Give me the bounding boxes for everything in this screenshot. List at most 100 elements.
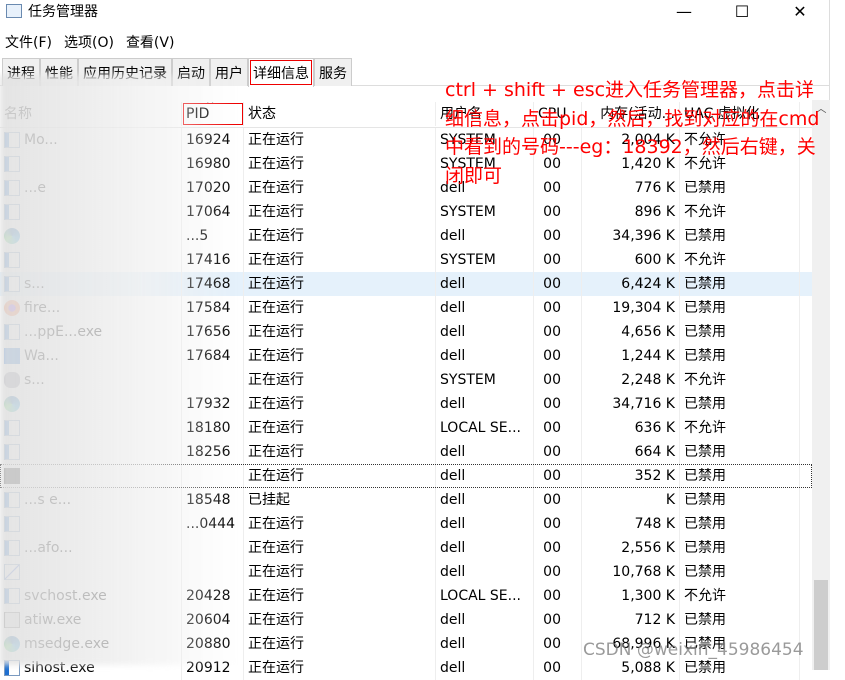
user: SYSTEM [436,200,534,224]
process-name-text: s... [24,372,45,388]
cpu: 00 [534,344,582,368]
uac: 已禁用 [680,224,800,248]
process-name [0,464,182,488]
tab-app-history[interactable]: 应用历史记录 [78,58,172,86]
status: 正在运行 [244,416,436,440]
menu-options[interactable]: 选项(O) [64,32,114,52]
cpu: 00 [534,656,582,680]
maximize-button[interactable]: ☐ [713,0,771,22]
uac: 已禁用 [680,464,800,488]
table-row[interactable]: 18180 正在运行 LOCAL SE... 00 636 K 不允许 [0,416,812,440]
table-row[interactable]: ...0444 正在运行 dell 00 748 K 已禁用 [0,512,812,536]
pid: 17584 [182,296,244,320]
status: 正在运行 [244,392,436,416]
table-row[interactable]: atiw.exe 20604 正在运行 dell 00 712 K 已禁用 [0,608,812,632]
memory: 896 K [582,200,680,224]
menu-view[interactable]: 查看(V) [126,32,175,52]
menu-file[interactable]: 文件(F) [5,32,52,52]
tab-details[interactable]: 详细信息 [248,58,314,87]
user: SYSTEM [436,368,534,392]
table-row[interactable]: s... 17468 正在运行 dell 00 6,424 K 已禁用 [0,272,812,296]
task-manager-icon [6,4,22,18]
cmd-icon [4,468,20,484]
edge-icon [4,636,20,652]
cpu: 00 [534,392,582,416]
uac: 不允许 [680,368,800,392]
pid [182,536,244,560]
col-status[interactable]: 状态 [244,101,436,126]
memory: 6,424 K [582,272,680,296]
app-icon [4,420,20,436]
uac: 不允许 [680,416,800,440]
uac: 已禁用 [680,440,800,464]
memory: 600 K [582,248,680,272]
table-row[interactable]: ...s e... 18548 已挂起 dell 00 K 已禁用 [0,488,812,512]
process-name: s... [0,272,182,296]
table-row[interactable]: 17932 正在运行 dell 00 34,716 K 已禁用 [0,392,812,416]
table-row[interactable]: Wa... 17684 正在运行 dell 00 1,244 K 已禁用 [0,344,812,368]
memory: 352 K [582,464,680,488]
user: dell [436,512,534,536]
close-button[interactable]: ✕ [771,0,829,22]
user: dell [436,440,534,464]
status: 已挂起 [244,488,436,512]
process-name: ...ppE...exe [0,320,182,344]
status: 正在运行 [244,224,436,248]
table-row[interactable]: ...afo... 正在运行 dell 00 2,556 K 已禁用 [0,536,812,560]
uac: 已禁用 [680,608,800,632]
tab-processes[interactable]: 进程 [2,58,40,86]
app-icon [4,276,20,292]
user: dell [436,560,534,584]
process-name-text: svchost.exe [24,588,107,604]
scroll-thumb[interactable] [814,580,828,670]
pid: 16924 [182,128,244,152]
table-row[interactable]: 正在运行 dell 00 10,768 K 已禁用 [0,560,812,584]
table-row[interactable]: s... 正在运行 SYSTEM 00 2,248 K 不允许 [0,368,812,392]
col-name[interactable]: 名称 [0,101,182,126]
cpu: 00 [534,272,582,296]
tab-startup[interactable]: 启动 [172,58,210,86]
table-row[interactable]: 正在运行 dell 00 352 K 已禁用 [0,464,812,488]
table-row[interactable]: 18256 正在运行 dell 00 664 K 已禁用 [0,440,812,464]
uac: 已禁用 [680,344,800,368]
pid: 17020 [182,176,244,200]
table-row[interactable]: 17064 正在运行 SYSTEM 00 896 K 不允许 [0,200,812,224]
process-name: ...s e... [0,488,182,512]
uac: 已禁用 [680,536,800,560]
user: dell [436,320,534,344]
process-name [0,224,182,248]
col-pid[interactable]: ^ PID [182,101,244,126]
cpu: 00 [534,248,582,272]
memory: 2,248 K [582,368,680,392]
table-row[interactable]: svchost.exe 20428 正在运行 LOCAL SE... 00 1,… [0,584,812,608]
tab-users[interactable]: 用户 [210,58,248,86]
pid: 17932 [182,392,244,416]
minimize-button[interactable]: — [655,0,713,22]
process-name-text: msedge.exe [24,636,110,652]
status: 正在运行 [244,632,436,656]
app-icon [4,156,20,172]
tab-services[interactable]: 服务 [314,58,352,86]
pid: 17684 [182,344,244,368]
pid [182,560,244,584]
cpu: 00 [534,368,582,392]
table-row[interactable]: ...5 正在运行 dell 00 34,396 K 已禁用 [0,224,812,248]
uac: 已禁用 [680,320,800,344]
memory: 10,768 K [582,560,680,584]
table-row[interactable]: ...ppE...exe 17656 正在运行 dell 00 4,656 K … [0,320,812,344]
process-name: Wa... [0,344,182,368]
process-name [0,416,182,440]
user: dell [436,392,534,416]
table-row[interactable]: 17416 正在运行 SYSTEM 00 600 K 不允许 [0,248,812,272]
wave-icon [4,348,20,364]
memory: 19,304 K [582,296,680,320]
process-name-text: Mo... [24,132,58,148]
table-row[interactable]: fire... 17584 正在运行 dell 00 19,304 K 已禁用 [0,296,812,320]
cpu: 00 [534,560,582,584]
tab-performance[interactable]: 性能 [40,58,78,86]
user: dell [436,608,534,632]
memory: 636 K [582,416,680,440]
user: dell [436,296,534,320]
memory: 712 K [582,608,680,632]
status: 正在运行 [244,200,436,224]
